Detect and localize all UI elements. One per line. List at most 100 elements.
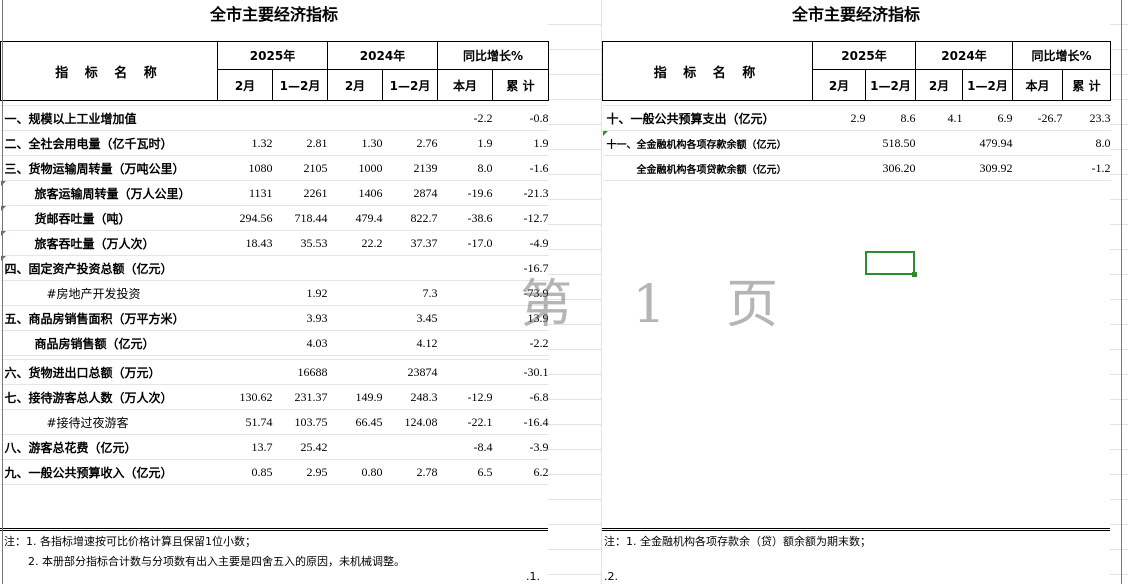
indicator-name-cell[interactable]: 旅客运输周转量（万人公里）	[0, 180, 218, 206]
value-cell[interactable]: -8.4	[437, 434, 493, 460]
value-cell[interactable]: 18.43	[217, 230, 273, 256]
value-cell[interactable]	[915, 155, 963, 181]
value-cell[interactable]: 518.50	[865, 130, 916, 156]
value-cell[interactable]: -30.1	[492, 359, 549, 385]
value-cell[interactable]: 1.92	[272, 280, 328, 306]
value-cell[interactable]	[327, 105, 383, 131]
value-cell[interactable]: 8.0	[437, 155, 493, 181]
value-cell[interactable]: 130.62	[217, 384, 273, 410]
header-indicator-name[interactable]: 指 标 名 称	[602, 41, 813, 101]
value-cell[interactable]: 2261	[272, 180, 328, 206]
value-cell[interactable]: 248.3	[382, 384, 438, 410]
value-cell[interactable]	[217, 255, 273, 281]
value-cell[interactable]: 306.20	[865, 155, 916, 181]
value-cell[interactable]: 3.93	[272, 305, 328, 331]
value-cell[interactable]: 124.08	[382, 409, 438, 435]
value-cell[interactable]: 1.9	[492, 130, 549, 156]
indicator-name-cell[interactable]: 十、一般公共预算支出（亿元）	[602, 105, 813, 131]
value-cell[interactable]	[327, 305, 383, 331]
header-year-2024[interactable]: 2024年	[915, 40, 1013, 71]
value-cell[interactable]: -26.7	[1012, 105, 1063, 131]
value-cell[interactable]: 25.42	[272, 434, 328, 460]
value-cell[interactable]	[812, 155, 866, 181]
value-cell[interactable]: 2.81	[272, 130, 328, 156]
value-cell[interactable]: 309.92	[962, 155, 1013, 181]
value-cell[interactable]: -12.7	[492, 205, 549, 231]
selected-cell-cursor[interactable]	[865, 251, 917, 277]
value-cell[interactable]: 0.80	[327, 459, 383, 485]
value-cell[interactable]	[217, 305, 273, 331]
value-cell[interactable]: 4.12	[382, 330, 438, 356]
value-cell[interactable]: 4.03	[272, 330, 328, 356]
value-cell[interactable]: 718.44	[272, 205, 328, 231]
value-cell[interactable]: -17.0	[437, 230, 493, 256]
value-cell[interactable]	[382, 434, 438, 460]
value-cell[interactable]: -21.3	[492, 180, 549, 206]
header-sub-col[interactable]: 2月	[812, 69, 866, 101]
header-yoy-growth[interactable]: 同比增长%	[437, 40, 549, 71]
indicator-name-cell[interactable]: #接待过夜游客	[0, 409, 218, 435]
value-cell[interactable]	[272, 255, 328, 281]
value-cell[interactable]	[327, 434, 383, 460]
value-cell[interactable]	[382, 255, 438, 281]
header-sub-col[interactable]: 1—2月	[962, 69, 1013, 101]
value-cell[interactable]: 231.37	[272, 384, 328, 410]
value-cell[interactable]: 2.78	[382, 459, 438, 485]
value-cell[interactable]: -1.6	[492, 155, 549, 181]
value-cell[interactable]	[1012, 155, 1063, 181]
indicator-name-cell[interactable]: 九、一般公共预算收入（亿元）	[0, 459, 218, 485]
value-cell[interactable]: 22.2	[327, 230, 383, 256]
value-cell[interactable]: 66.45	[327, 409, 383, 435]
value-cell[interactable]: 8.6	[865, 105, 916, 131]
indicator-name-cell[interactable]: 七、接待游客总人数（万人次）	[0, 384, 218, 410]
value-cell[interactable]	[437, 330, 493, 356]
value-cell[interactable]: -16.4	[492, 409, 549, 435]
value-cell[interactable]: 149.9	[327, 384, 383, 410]
header-sub-col[interactable]: 1—2月	[272, 69, 328, 101]
value-cell[interactable]: -38.6	[437, 205, 493, 231]
header-sub-col[interactable]: 本月	[1012, 69, 1063, 101]
indicator-name-cell[interactable]: 货邮吞吐量（吨）	[0, 205, 218, 231]
value-cell[interactable]: 2.76	[382, 130, 438, 156]
value-cell[interactable]: 479.94	[962, 130, 1013, 156]
indicator-name-cell[interactable]: 八、游客总花费（亿元）	[0, 434, 218, 460]
value-cell[interactable]: 8.0	[1062, 130, 1111, 156]
value-cell[interactable]: 2139	[382, 155, 438, 181]
value-cell[interactable]: 37.37	[382, 230, 438, 256]
value-cell[interactable]: 16688	[272, 359, 328, 385]
header-sub-col[interactable]: 本月	[437, 69, 493, 101]
value-cell[interactable]	[1012, 130, 1063, 156]
header-indicator-name[interactable]: 指 标 名 称	[0, 41, 218, 101]
value-cell[interactable]	[915, 130, 963, 156]
value-cell[interactable]	[437, 255, 493, 281]
value-cell[interactable]: -12.9	[437, 384, 493, 410]
value-cell[interactable]: 23874	[382, 359, 438, 385]
value-cell[interactable]: 1000	[327, 155, 383, 181]
value-cell[interactable]: 7.3	[382, 280, 438, 306]
indicator-name-cell[interactable]: #房地产开发投资	[0, 280, 218, 306]
value-cell[interactable]	[217, 105, 273, 131]
value-cell[interactable]	[217, 359, 273, 385]
value-cell[interactable]	[217, 280, 273, 306]
indicator-name-cell[interactable]: 六、货物进出口总额（万元）	[0, 359, 218, 385]
value-cell[interactable]	[327, 280, 383, 306]
header-year-2024[interactable]: 2024年	[327, 40, 438, 71]
header-year-2025[interactable]: 2025年	[217, 40, 328, 71]
indicator-name-cell[interactable]: 商品房销售额（亿元）	[0, 330, 218, 356]
value-cell[interactable]: -6.8	[492, 384, 549, 410]
indicator-name-cell[interactable]: 三、货物运输周转量（万吨公里）	[0, 155, 218, 181]
indicator-name-cell[interactable]: 一、规模以上工业增加值	[0, 105, 218, 131]
value-cell[interactable]: -19.6	[437, 180, 493, 206]
value-cell[interactable]	[437, 305, 493, 331]
header-sub-col[interactable]: 2月	[915, 69, 963, 101]
header-sub-col[interactable]: 1—2月	[382, 69, 438, 101]
value-cell[interactable]	[327, 255, 383, 281]
value-cell[interactable]	[812, 130, 866, 156]
value-cell[interactable]	[217, 330, 273, 356]
value-cell[interactable]: 479.4	[327, 205, 383, 231]
indicator-name-cell[interactable]: 十一、全金融机构各项存款余额（亿元）	[602, 130, 813, 156]
header-sub-col[interactable]: 2月	[217, 69, 273, 101]
indicator-name-cell[interactable]: 旅客吞吐量（万人次）	[0, 230, 218, 256]
value-cell[interactable]: 2105	[272, 155, 328, 181]
value-cell[interactable]: 51.74	[217, 409, 273, 435]
